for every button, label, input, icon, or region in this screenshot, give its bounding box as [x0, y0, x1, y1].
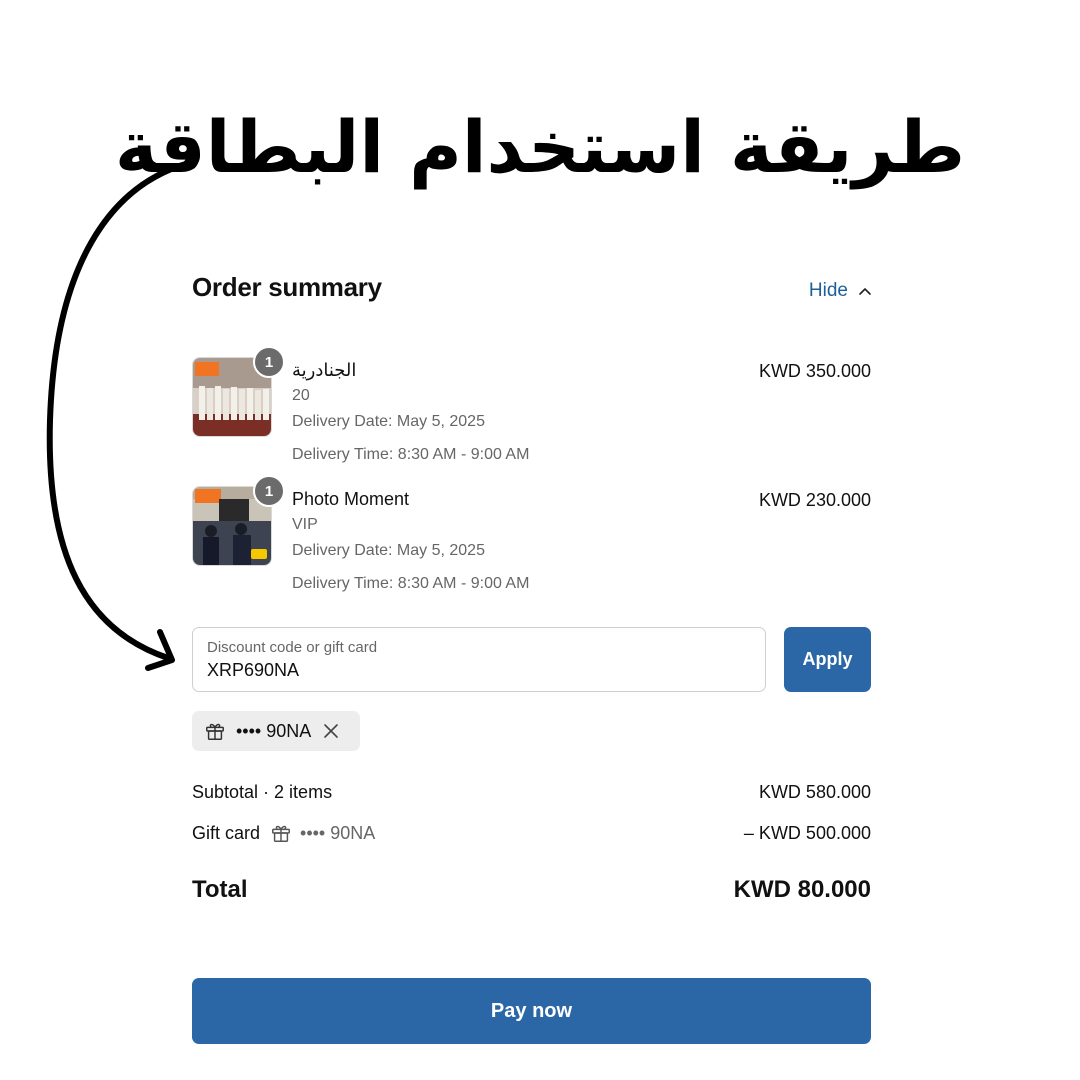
- gift-icon: [272, 825, 291, 842]
- item-variant: 20: [292, 387, 310, 404]
- hide-summary-label: Hide: [808, 280, 848, 301]
- close-icon: [324, 724, 339, 738]
- item-delivery-date: Delivery Date: May 5, 2025: [292, 413, 485, 430]
- curved-arrow-icon: [46, 160, 192, 671]
- total-label: Total: [192, 876, 248, 903]
- gift-icon: [206, 723, 224, 740]
- subtotal-value: KWD 580.000: [758, 782, 871, 802]
- gift-card-row: Gift card •••• 90NA: [192, 822, 375, 844]
- discount-field-value[interactable]: XRP690NA: [207, 660, 299, 681]
- item-price: KWD 230.000: [758, 490, 871, 510]
- total-value: KWD 80.000: [733, 876, 871, 903]
- gift-card-row-masked: •••• 90NA: [300, 822, 376, 843]
- item-delivery-date: Delivery Date: May 5, 2025: [292, 542, 485, 559]
- item-variant: VIP: [292, 516, 318, 533]
- item-name: الجنادرية: [292, 360, 357, 380]
- discount-code-field[interactable]: Discount code or gift card XRP690NA: [192, 627, 766, 692]
- gift-card-masked-code: •••• 90NA: [236, 720, 312, 741]
- item-delivery-time: Delivery Time: 8:30 AM - 9:00 AM: [292, 446, 530, 463]
- hide-summary-button[interactable]: Hide: [790, 276, 872, 306]
- order-summary-title: Order summary: [192, 272, 382, 302]
- chevron-up-icon: [859, 288, 871, 295]
- gift-card-discount-value: – KWD 500.000: [743, 823, 871, 843]
- quantity-badge: 1: [253, 475, 285, 507]
- discount-field-label: Discount code or gift card: [207, 639, 378, 656]
- applied-gift-card-chip: •••• 90NA: [192, 711, 360, 751]
- apply-button[interactable]: Apply: [784, 627, 871, 692]
- item-price: KWD 350.000: [758, 361, 871, 381]
- item-name: Photo Moment: [292, 489, 410, 509]
- subtotal-label: Subtotal · 2 items: [192, 782, 333, 802]
- pay-now-button[interactable]: Pay now: [192, 978, 871, 1044]
- remove-gift-card-button[interactable]: [323, 723, 339, 739]
- item-delivery-time: Delivery Time: 8:30 AM - 9:00 AM: [292, 575, 530, 592]
- quantity-badge: 1: [253, 346, 285, 378]
- gift-card-label: Gift card: [192, 822, 261, 843]
